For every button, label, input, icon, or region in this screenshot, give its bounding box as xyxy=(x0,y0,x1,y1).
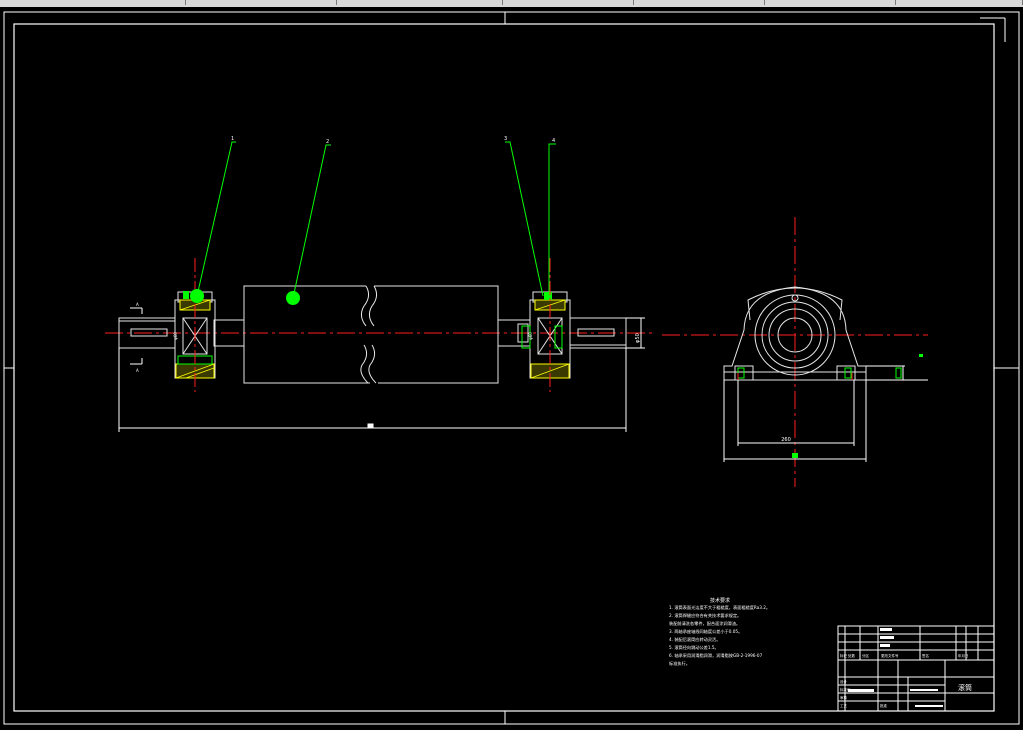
tb-header-4: 更改文件号 xyxy=(881,653,899,658)
tb-label-5: 批准 xyxy=(880,703,888,708)
tb-label-1: 设计 xyxy=(840,679,848,684)
front-view: φ50 φ60 φ60 A A 1 2 3 4 xyxy=(105,136,655,432)
tab-4[interactable] xyxy=(503,0,634,5)
note-line-4: 3. 两轴承座轴线同轴度公差小于0.05。 xyxy=(669,628,742,635)
tb-header-2: 处数 xyxy=(848,653,856,658)
technical-notes: 技术要求 1. 滚筒表面光洁度不大于粗糙度，表面粗糙度Ra3.2。 2. 滚筒焊… xyxy=(669,597,770,667)
corner-marks xyxy=(980,17,1006,42)
tb-label-3: 审核 xyxy=(840,695,848,700)
note-line-7: 6. 轴承采用润滑脂润滑，润滑脂按GB-2-1996-07 xyxy=(669,652,763,659)
note-line-3: 装配前清洗各零件，配合面涂润滑油。 xyxy=(669,620,740,627)
drawing-canvas[interactable]: φ50 φ60 φ60 A A 1 2 3 4 260 技术要求 1. 滚筒表面… xyxy=(0,7,1023,730)
tb-header-6: 年月日 xyxy=(958,653,969,658)
title-block xyxy=(837,625,995,712)
left-fit-text: φ60 xyxy=(173,332,178,340)
side-view: 260 xyxy=(662,217,928,487)
note-line-2: 2. 滚筒焊缝应符合有关技术要求规定。 xyxy=(669,612,741,619)
tab-5[interactable] xyxy=(634,0,765,5)
tb-header-3: 分区 xyxy=(862,653,870,658)
note-line-5: 4. 装配后滚筒应转动灵活。 xyxy=(669,636,720,643)
base-width-text: 260 xyxy=(781,437,791,443)
tab-3[interactable] xyxy=(337,0,503,5)
section-mark-a-bottom: A xyxy=(136,368,139,373)
note-line-8: 标准执行。 xyxy=(669,660,690,667)
tab-2[interactable] xyxy=(186,0,337,5)
right-diameter-text: φ50 xyxy=(635,333,641,343)
tb-label-4: 工艺 xyxy=(840,703,848,708)
balloon-dot-2[interactable] xyxy=(286,291,300,305)
balloon-label-1: 1 xyxy=(231,136,234,142)
base-total-marker xyxy=(792,453,798,458)
sheet-frame xyxy=(3,11,1020,725)
balloon-label-3: 3 xyxy=(504,136,507,142)
drawing-name: 滚筒 xyxy=(958,683,972,692)
leaders xyxy=(196,141,556,299)
tb-header-1: 标记 xyxy=(840,653,848,658)
roller-drum xyxy=(243,285,499,384)
balloon-label-2: 2 xyxy=(326,139,329,145)
balloon-label-4: 4 xyxy=(552,138,555,144)
tab-1[interactable] xyxy=(0,0,186,5)
balloon-dot-1[interactable] xyxy=(190,289,204,303)
tab-6[interactable] xyxy=(765,0,896,5)
title-block-fills xyxy=(848,628,943,707)
notes-title: 技术要求 xyxy=(710,597,730,604)
tb-header-5: 签名 xyxy=(922,653,929,658)
tab-7[interactable] xyxy=(896,0,1023,5)
right-fit-text: φ60 xyxy=(528,332,533,340)
note-line-1: 1. 滚筒表面光洁度不大于粗糙度，表面粗糙度Ra3.2。 xyxy=(669,604,770,611)
title-bar xyxy=(0,0,1023,7)
note-line-6: 5. 滚筒径向跳动公差1.5。 xyxy=(669,644,719,651)
section-mark-a-top: A xyxy=(136,302,139,307)
title-block-text: 标记 处数 分区 更改文件号 签名 年月日 设计 标准化 审核 工艺 批准 滚筒 xyxy=(840,653,972,708)
